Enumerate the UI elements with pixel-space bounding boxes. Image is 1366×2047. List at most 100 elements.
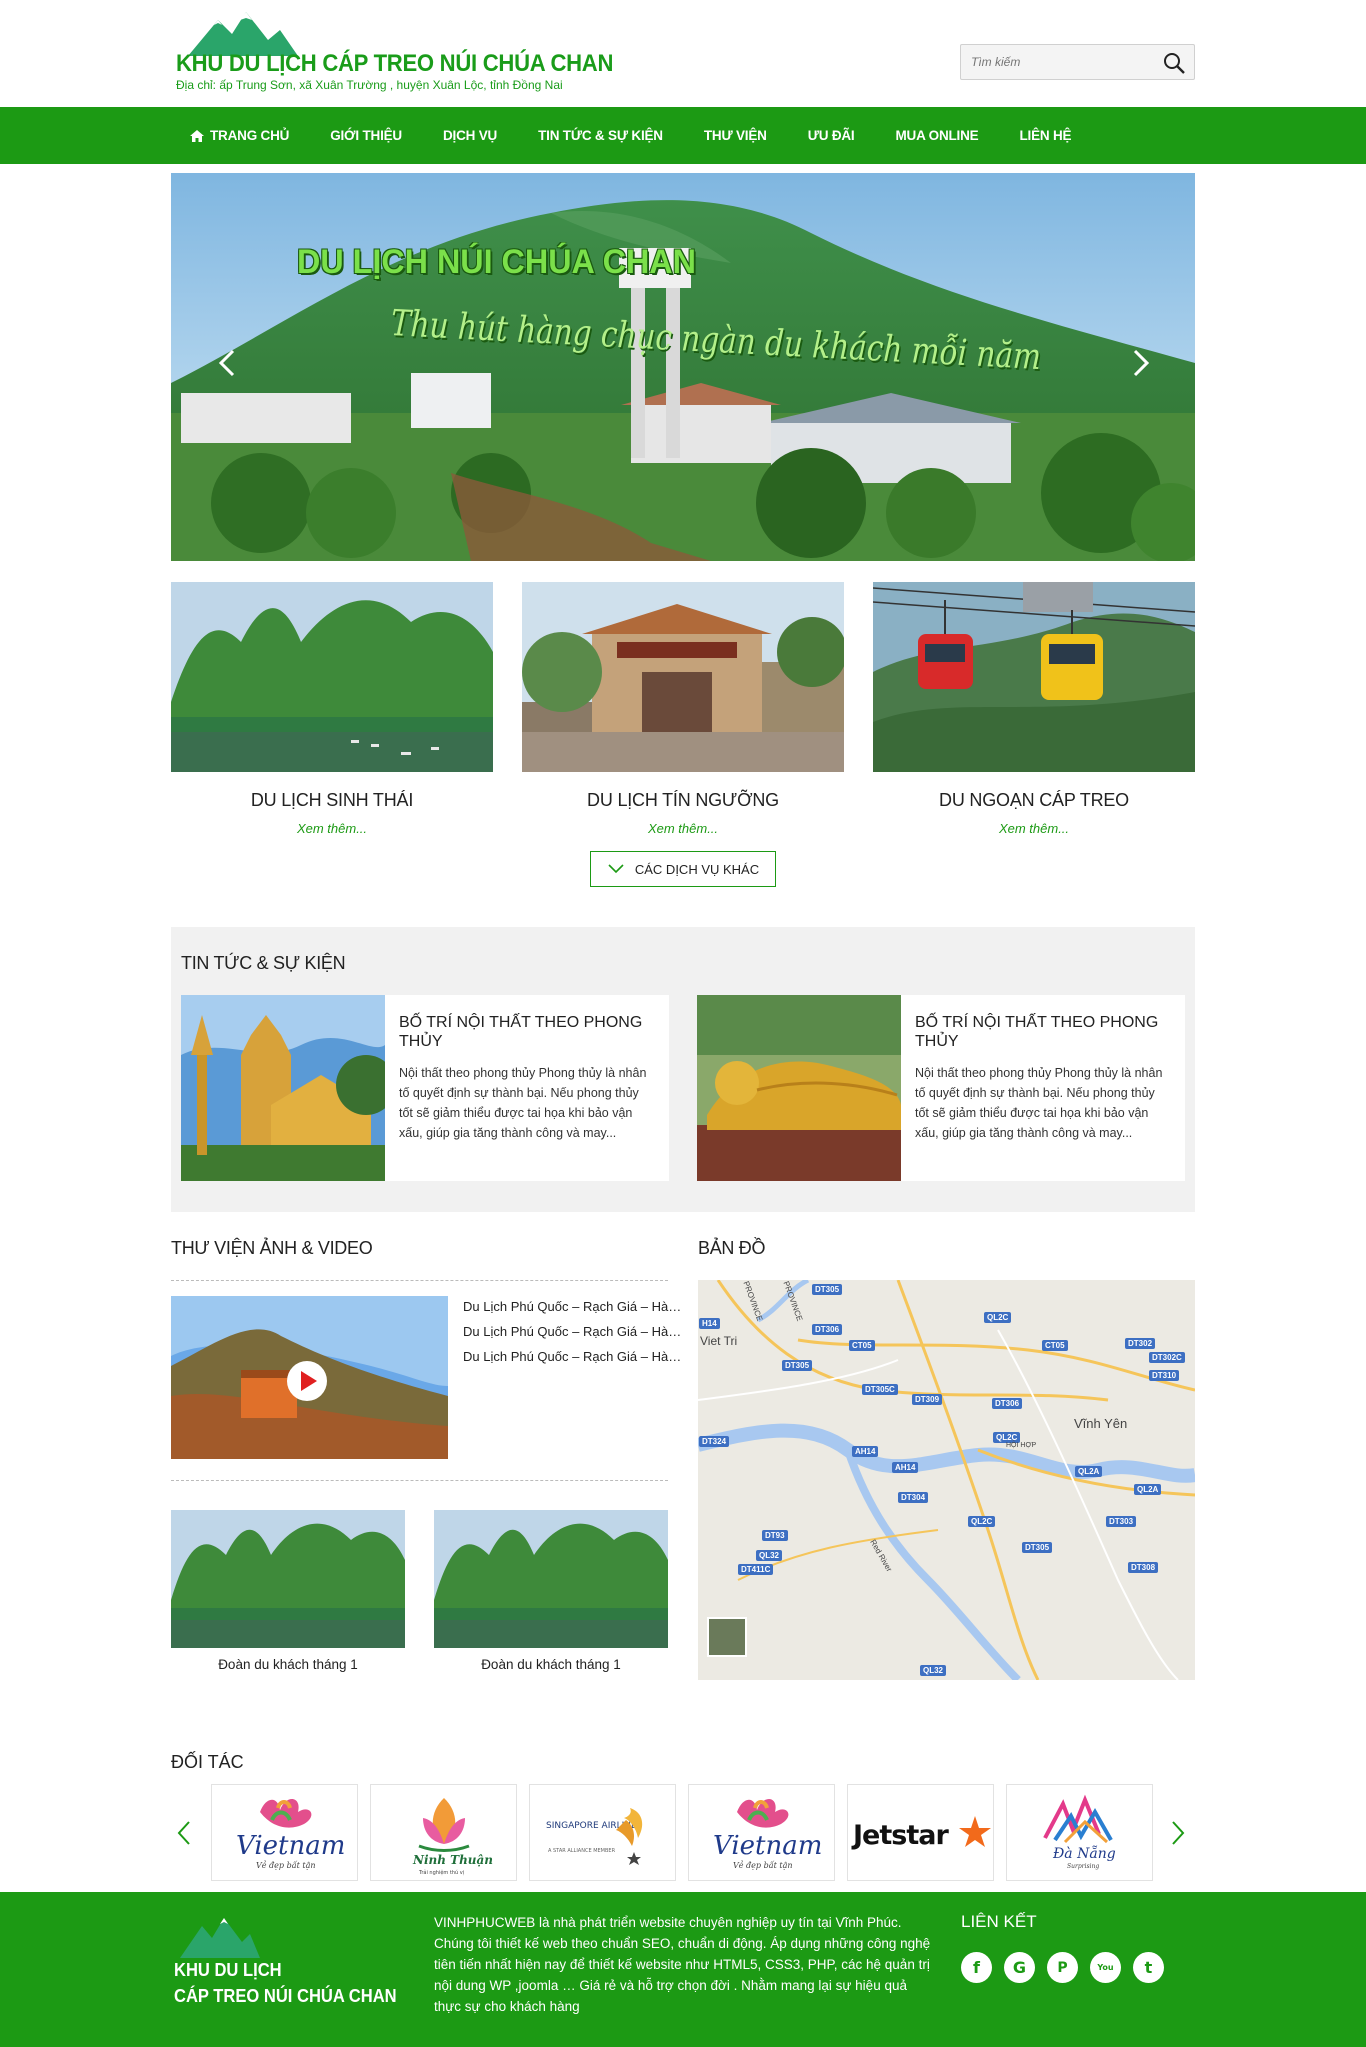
gallery-thumb-image[interactable] — [434, 1510, 668, 1648]
facebook-icon[interactable]: f — [961, 1952, 992, 1983]
map-road-label: CT05 — [849, 1340, 875, 1351]
news-image[interactable] — [697, 995, 901, 1181]
gallery-thumb-image[interactable] — [171, 1510, 405, 1648]
nav-item-services[interactable]: DỊCH VỤ — [443, 128, 497, 143]
news-card[interactable]: BỐ TRÍ NỘI THẤT THEO PHONG THỦY Nội thất… — [697, 995, 1185, 1181]
news-title[interactable]: BỐ TRÍ NỘI THẤT THEO PHONG THỦY — [399, 1013, 649, 1051]
partner-logo-text: Vietnam — [236, 1831, 345, 1861]
news-excerpt: Nội thất theo phong thủy Phong thủy là n… — [399, 1066, 647, 1140]
map-road-label: DT302 — [1125, 1338, 1156, 1349]
partner-logo-tagline: Trải nghiệm thú vị — [418, 1869, 464, 1876]
search-input[interactable] — [961, 45, 1151, 79]
logo-address: Địa chỉ: ấp Trung Sơn, xã Xuân Trường , … — [176, 78, 563, 92]
news-card[interactable]: BỐ TRÍ NỘI THẤT THEO PHONG THỦY Nội thất… — [181, 995, 669, 1181]
slide-title: DU LỊCH NÚI CHÚA CHAN — [297, 243, 696, 281]
nav-item-about[interactable]: GIỚI THIỆU — [330, 128, 402, 143]
hero-slider: DU LỊCH NÚI CHÚA CHAN Thu hút hàng chục … — [171, 173, 1195, 561]
slider-next-icon[interactable] — [1127, 343, 1157, 383]
map-heading: BẢN ĐỒ — [698, 1238, 766, 1258]
service-title[interactable]: DU LỊCH TÍN NGƯỠNG — [522, 790, 844, 811]
social-links: f G P You t — [961, 1952, 1176, 1983]
service-card[interactable]: DU NGOẠN CÁP TREO Xem thêm... — [873, 582, 1195, 836]
map-embed[interactable]: DT305 DT306 QL2C DT302 DT302C DT310 CT05… — [698, 1280, 1195, 1680]
partner-logo-jetstar[interactable]: Jetstar — [847, 1784, 994, 1881]
map-road-label: AH14 — [852, 1446, 879, 1457]
partner-logo-da-nang[interactable]: Đà Nẵng Surprising — [1006, 1784, 1153, 1881]
service-more-link[interactable]: Xem thêm... — [522, 821, 844, 836]
gallery-thumb-caption[interactable]: Đoàn du khách tháng 1 — [434, 1657, 668, 1672]
nav-item-library[interactable]: THƯ VIỆN — [704, 128, 767, 143]
pinterest-icon[interactable]: P — [1047, 1952, 1078, 1983]
service-card[interactable]: DU LỊCH TÍN NGƯỠNG Xem thêm... — [522, 582, 844, 836]
video-list-item[interactable]: Du Lịch Phú Quốc – Rạch Giá – Hà Tiên — [463, 1319, 683, 1344]
chevron-left-icon[interactable] — [174, 1818, 194, 1848]
partner-logo-vietnam[interactable]: Vietnam Vẻ đẹp bất tận — [211, 1784, 358, 1881]
google-icon[interactable]: G — [1004, 1952, 1035, 1983]
nav-item-contact[interactable]: LIÊN HỆ — [1019, 128, 1071, 143]
service-card[interactable]: DU LỊCH SINH THÁI Xem thêm... — [171, 582, 493, 836]
nav-item-news[interactable]: TIN TỨC & SỰ KIỆN — [538, 128, 663, 143]
nav-item-offers[interactable]: ƯU ĐÃI — [808, 128, 855, 143]
video-list-item[interactable]: Du Lịch Phú Quốc – Rạch Giá – Hà Tiên — [463, 1344, 683, 1369]
map-road-label: CT05 — [1042, 1340, 1068, 1351]
map-road-label: AH14 — [892, 1462, 919, 1473]
map-road-label: QL32 — [920, 1665, 947, 1676]
service-more-link[interactable]: Xem thêm... — [171, 821, 493, 836]
youtube-icon[interactable]: You — [1090, 1952, 1121, 1983]
map-place-label: HỘI HỢP — [1006, 1442, 1037, 1449]
map-road-label: DT411C — [738, 1564, 774, 1575]
more-services-label: CÁC DỊCH VỤ KHÁC — [634, 861, 760, 877]
nav-item-buy-online[interactable]: MUA ONLINE — [895, 128, 978, 143]
gallery-thumb[interactable]: Đoàn du khách tháng 1 — [434, 1510, 668, 1672]
map-road-label: QL32 — [756, 1550, 783, 1561]
search-box — [960, 44, 1195, 80]
footer-logo[interactable]: KHU DU LỊCH CÁP TREO NÚI CHÚA CHAN — [174, 1918, 397, 2018]
partner-logo-tagline: Vẻ đẹp bất tận — [256, 1861, 316, 1870]
map-road-label: DT305 — [1022, 1542, 1053, 1553]
footer-about: VINHPHUCWEB là nhà phát triển website ch… — [434, 1915, 931, 2014]
service-more-link[interactable]: Xem thêm... — [873, 821, 1195, 836]
news-section: TIN TỨC & SỰ KIỆN BỐ TRÍ NỘI THẤT THEO P… — [171, 927, 1195, 1212]
partner-logo-text: Đà Nẵng — [1052, 1845, 1116, 1862]
map-road-label: DT310 — [1149, 1370, 1180, 1381]
nav-item-home[interactable]: TRANG CHỦ — [190, 128, 289, 143]
service-title[interactable]: DU LỊCH SINH THÁI — [171, 790, 493, 811]
map-road-label: DT305 — [812, 1284, 843, 1295]
partner-logo-singapore-airlines[interactable]: SINGAPORE AIRLINES A STAR ALLIANCE MEMBE… — [529, 1784, 676, 1881]
partner-logo-vietnam-2[interactable]: Vietnam Vẻ đẹp bất tận — [688, 1784, 835, 1881]
hero-image — [171, 173, 1195, 561]
video-player[interactable] — [171, 1296, 448, 1459]
service-image-ecotourism[interactable] — [171, 582, 493, 772]
video-list: Du Lịch Phú Quốc – Rạch Giá – Hà Tiên Du… — [463, 1294, 683, 1369]
chevron-right-icon[interactable] — [1168, 1818, 1188, 1848]
footer-logo-line2: CÁP TREO NÚI CHÚA CHAN — [174, 1986, 397, 2006]
news-title[interactable]: BỐ TRÍ NỘI THẤT THEO PHONG THỦY — [915, 1013, 1165, 1051]
nav-label: TRANG CHỦ — [210, 128, 290, 143]
news-image[interactable] — [181, 995, 385, 1181]
gallery-heading: THƯ VIỆN ẢNH & VIDEO — [171, 1238, 373, 1258]
video-list-item[interactable]: Du Lịch Phú Quốc – Rạch Giá – Hà Tiên — [463, 1294, 683, 1319]
search-icon[interactable] — [1162, 51, 1186, 75]
map-road-label: QL2C — [984, 1312, 1012, 1323]
map-road-label: QL2A — [1075, 1466, 1103, 1477]
map-road-label: DT306 — [812, 1324, 843, 1335]
divider — [171, 1280, 668, 1281]
service-image-cable-car[interactable] — [873, 582, 1195, 772]
map-road-label: DT304 — [898, 1492, 929, 1503]
site-footer: KHU DU LỊCH CÁP TREO NÚI CHÚA CHAN VINHP… — [0, 1892, 1366, 2047]
gallery-thumb-caption[interactable]: Đoàn du khách tháng 1 — [171, 1657, 405, 1672]
slider-prev-icon[interactable] — [211, 343, 241, 383]
map-road-label: DT306 — [992, 1398, 1023, 1409]
service-title[interactable]: DU NGOẠN CÁP TREO — [873, 790, 1195, 811]
map-road-label: QL2A — [1134, 1484, 1162, 1495]
gallery-thumb[interactable]: Đoàn du khách tháng 1 — [171, 1510, 405, 1672]
service-image-religious[interactable] — [522, 582, 844, 772]
main-nav: TRANG CHỦ GIỚI THIỆU DỊCH VỤ TIN TỨC & S… — [0, 107, 1366, 164]
map-road-label: DT324 — [699, 1436, 730, 1447]
map-road-label: DT302C — [1149, 1352, 1185, 1363]
partner-logo-tagline: Vẻ đẹp bất tận — [733, 1861, 793, 1870]
twitter-icon[interactable]: t — [1133, 1952, 1164, 1983]
more-services-button[interactable]: CÁC DỊCH VỤ KHÁC — [590, 851, 776, 887]
site-logo[interactable]: KHU DU LỊCH CÁP TREO NÚI CHÚA CHAN Địa c… — [174, 12, 613, 97]
partner-logo-ninh-thuan[interactable]: Ninh Thuận Trải nghiệm thú vị — [370, 1784, 517, 1881]
